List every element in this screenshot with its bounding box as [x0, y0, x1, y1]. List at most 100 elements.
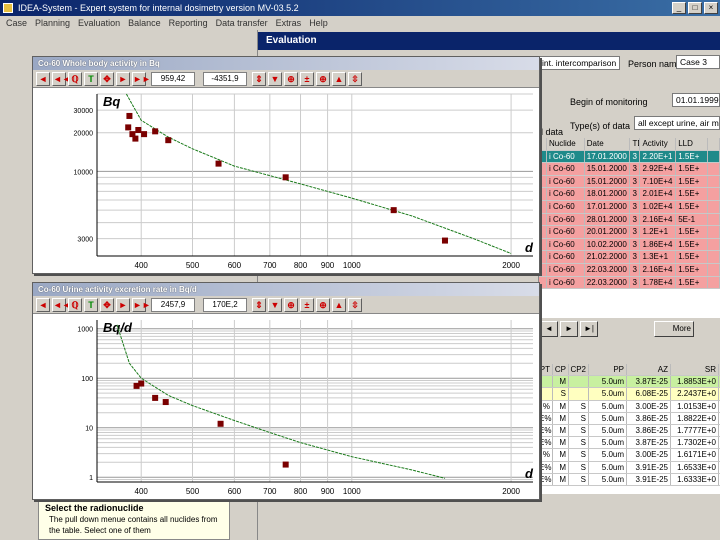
column-header[interactable]: PT: [539, 364, 553, 376]
column-header[interactable]: AZ: [627, 364, 671, 376]
last-record-button[interactable]: ►|: [580, 321, 598, 337]
rewind-icon[interactable]: ◄◄: [52, 297, 71, 312]
arrow-down-icon[interactable]: ▼: [268, 297, 282, 312]
table-row[interactable]: E% M S 5.0um 3.87E-25 1.7302E+0: [539, 437, 720, 450]
table-cell: 3: [630, 188, 641, 200]
table-row[interactable]: E% M S 5.0um 3.91E-25 1.6333E+0: [539, 473, 720, 486]
table-cell: 1.6333E+0: [671, 473, 719, 485]
table-row[interactable]: M 5.0um 3.87E-25 1.8853E+0: [539, 376, 720, 389]
column-header[interactable]: CP: [553, 364, 569, 376]
plus-minus-icon[interactable]: ±: [300, 297, 314, 312]
menu-planning[interactable]: Planning: [31, 16, 74, 30]
table-row[interactable]: i Co-60 22.03.2000 3 2.16E+4 1.5E+: [539, 263, 720, 277]
zoom-out-icon[interactable]: ℚ: [68, 71, 82, 86]
chart-window-title: Co-60 Urine activity excretion rate in B…: [33, 283, 539, 296]
arrow-up-icon[interactable]: ▲: [332, 71, 346, 86]
text-icon[interactable]: T: [84, 71, 98, 86]
table-row[interactable]: i Co-60 10.02.2000 3 1.86E+4 1.5E+: [539, 238, 720, 252]
table-row[interactable]: i Co-60 20.01.2000 3 1.2E+1 1.5E+: [539, 226, 720, 239]
menu-reporting[interactable]: Reporting: [165, 16, 212, 30]
menu-data-transfer[interactable]: Data transfer: [212, 16, 272, 30]
table-cell: 15.01.2000: [585, 175, 631, 188]
zoom-in-icon[interactable]: ⊕: [316, 297, 330, 312]
fast-forward-icon[interactable]: ►►: [132, 71, 151, 86]
data-types-field[interactable]: all except urine, air monitoring: [634, 116, 720, 130]
table-row[interactable]: S 5.0um 6.08E-25 2.2437E+0: [539, 388, 720, 401]
table-cell: 3: [630, 200, 641, 213]
urine-excretion-chart: 400 500 600 700 800 900 1000 20001000100101Bq/d…: [77, 320, 534, 496]
pan-icon[interactable]: ✥: [100, 71, 114, 86]
compress-vertical-icon[interactable]: ⇳: [348, 71, 362, 86]
table-cell: 22.03.2000: [585, 263, 631, 276]
table-cell: [539, 251, 547, 263]
intercomparison-field[interactable]: int. intercomparison: [538, 56, 620, 70]
expand-vertical-icon[interactable]: ⇕: [252, 71, 266, 86]
plus-minus-icon[interactable]: ±: [300, 71, 314, 86]
table-row[interactable]: i Co-60 21.02.2000 3 1.3E+1 1.5E+: [539, 251, 720, 264]
column-header[interactable]: Nuclide: [547, 138, 585, 150]
zoom-icon[interactable]: ⊕: [284, 297, 298, 312]
column-header[interactable]: PP: [589, 364, 627, 376]
table-row[interactable]: % M S 5.0um 3.00E-25 1.6171E+0: [539, 449, 720, 462]
data-types-label: Type(s) of data: [570, 121, 631, 131]
table-cell: [708, 175, 720, 188]
zoom-out-icon[interactable]: ℚ: [68, 297, 82, 312]
column-header[interactable]: SR: [671, 364, 719, 376]
menu-balance[interactable]: Balance: [124, 16, 165, 30]
table-row[interactable]: i Co-60 17.01.2000 3 2.20E+1 1.5E+: [539, 150, 720, 164]
data-point: [138, 380, 145, 387]
close-button[interactable]: ×: [704, 2, 718, 14]
compress-vertical-icon[interactable]: ⇳: [348, 297, 362, 312]
person-name-field[interactable]: Case 3: [676, 55, 720, 69]
table-cell: [539, 200, 547, 213]
previous-record-button[interactable]: ◄: [540, 321, 558, 337]
table-row[interactable]: E% M S 5.0um 3.86E-25 1.8822E+0: [539, 412, 720, 425]
arrow-down-icon[interactable]: ▼: [268, 71, 282, 86]
zoom-icon[interactable]: ⊕: [284, 71, 298, 86]
table-row[interactable]: E% M S 5.0um 3.91E-25 1.6533E+0: [539, 461, 720, 474]
fast-forward-icon[interactable]: ►►: [132, 297, 151, 312]
column-header[interactable]: LLD: [676, 138, 709, 150]
table-row[interactable]: i Co-60 22.03.2000 3 1.78E+4 1.5E+: [539, 276, 720, 290]
table-cell: 18.01.2000: [585, 188, 631, 200]
menu-help[interactable]: Help: [305, 16, 332, 30]
table-cell: [708, 188, 720, 200]
column-header[interactable]: CP2: [569, 364, 589, 376]
column-header[interactable]: TD: [630, 138, 641, 150]
menu-extras[interactable]: Extras: [272, 16, 306, 30]
y-axis-label: Bq: [103, 94, 120, 109]
table-cell: 1.5E+: [676, 276, 709, 289]
pan-icon[interactable]: ✥: [100, 297, 114, 312]
table-row[interactable]: E% M S 5.0um 3.86E-25 1.7777E+0: [539, 424, 720, 438]
arrow-right-icon[interactable]: ►: [116, 71, 130, 86]
minimize-button[interactable]: _: [672, 2, 686, 14]
menu-case[interactable]: Case: [2, 16, 31, 30]
table-row[interactable]: i Co-60 17.01.2000 3 1.02E+4 1.5E+: [539, 200, 720, 214]
table-row[interactable]: i Co-60 28.01.2000 3 2.16E+4 5E-1: [539, 213, 720, 227]
next-record-button[interactable]: ►: [560, 321, 578, 337]
arrow-left-icon[interactable]: ◄: [36, 297, 50, 312]
column-header[interactable]: Activity: [640, 138, 677, 150]
table-cell: M: [553, 461, 569, 473]
table-row[interactable]: i Co-60 15.01.2000 3 7.10E+4 1.5E+: [539, 175, 720, 189]
arrow-left-icon[interactable]: ◄: [36, 71, 50, 86]
rewind-icon[interactable]: ◄◄: [52, 71, 71, 86]
data-point: [215, 160, 222, 167]
table-row[interactable]: i Co-60 15.01.2000 3 2.92E+4 1.5E+: [539, 163, 720, 176]
text-icon[interactable]: T: [84, 297, 98, 312]
table-row[interactable]: % M S 5.0um 3.00E-25 1.0153E+0: [539, 400, 720, 413]
zoom-in-icon[interactable]: ⊕: [316, 71, 330, 86]
begin-monitoring-field[interactable]: 01.01.1999: [672, 93, 720, 107]
menu-evaluation[interactable]: Evaluation: [74, 16, 124, 30]
more-button[interactable]: More: [654, 321, 694, 337]
arrow-up-icon[interactable]: ▲: [332, 297, 346, 312]
expand-vertical-icon[interactable]: ⇕: [252, 297, 266, 312]
column-header[interactable]: [539, 138, 547, 150]
table-row[interactable]: i Co-60 18.01.2000 3 2.01E+4 1.5E+: [539, 188, 720, 201]
maximize-button[interactable]: □: [688, 2, 702, 14]
column-header[interactable]: Date: [585, 138, 631, 150]
arrow-right-icon[interactable]: ►: [116, 297, 130, 312]
data-point: [217, 420, 224, 427]
column-header[interactable]: [708, 138, 720, 150]
table-cell: [539, 376, 553, 388]
